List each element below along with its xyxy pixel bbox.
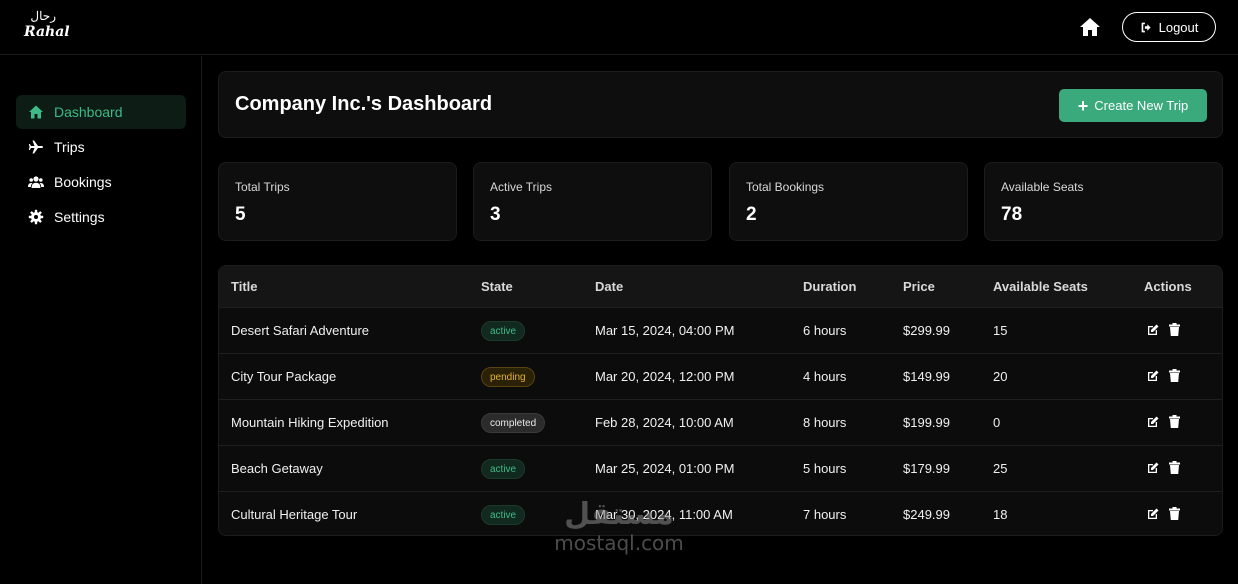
- trip-price: $199.99: [903, 415, 950, 430]
- column-header-actions: Actions: [1144, 279, 1192, 294]
- trip-seats: 25: [993, 461, 1008, 476]
- logo-text: Rahal: [24, 24, 70, 40]
- stat-value: 5: [235, 204, 246, 225]
- trip-duration: 7 hours: [803, 507, 847, 522]
- stat-card-available-seats: Available Seats 78: [984, 162, 1223, 241]
- trip-date: Mar 25, 2024, 01:00 PM: [595, 461, 735, 476]
- edit-icon[interactable]: [1147, 370, 1159, 382]
- trip-duration: 6 hours: [803, 323, 847, 338]
- trash-icon[interactable]: [1169, 369, 1180, 382]
- table-row[interactable]: Mountain Hiking Expedition completed Feb…: [219, 399, 1222, 445]
- trip-date: Mar 30, 2024, 11:00 AM: [595, 507, 733, 522]
- sidebar-item-label: Settings: [54, 209, 105, 225]
- column-header-available-seats[interactable]: Available Seats: [993, 279, 1088, 294]
- sidebar-item-label: Trips: [54, 139, 85, 155]
- trip-title: Beach Getaway: [231, 461, 323, 476]
- trip-price: $249.99: [903, 507, 950, 522]
- logout-label: Logout: [1158, 19, 1199, 35]
- trip-seats: 15: [993, 323, 1008, 338]
- table-row[interactable]: Desert Safari Adventure active Mar 15, 2…: [219, 307, 1222, 353]
- edit-icon[interactable]: [1147, 324, 1159, 336]
- edit-icon[interactable]: [1147, 508, 1159, 520]
- trip-price: $179.99: [903, 461, 950, 476]
- edit-icon[interactable]: [1147, 462, 1159, 474]
- trip-duration: 8 hours: [803, 415, 847, 430]
- sidebar-item-trips[interactable]: Trips: [16, 130, 186, 164]
- gear-icon: [28, 209, 44, 225]
- home-icon: [29, 105, 43, 119]
- users-icon: [28, 176, 44, 188]
- trip-title: Mountain Hiking Expedition: [231, 415, 389, 430]
- status-badge: active: [481, 459, 526, 479]
- trip-title: Desert Safari Adventure: [231, 323, 370, 338]
- table-row[interactable]: City Tour Package pending Mar 20, 2024, …: [219, 353, 1222, 399]
- status-badge: completed: [481, 413, 546, 433]
- create-new-trip-label: Create New Trip: [1094, 98, 1189, 113]
- trip-price: $299.99: [903, 323, 950, 338]
- column-header-state[interactable]: State: [481, 279, 513, 294]
- table-header: Title State Date Duration Price Availabl…: [219, 266, 1222, 307]
- stat-label: Total Bookings: [746, 180, 825, 194]
- stat-card-total-bookings: Total Bookings 2: [729, 162, 968, 241]
- sidebar: Dashboard Trips Bookings Settings: [0, 56, 202, 584]
- sidebar-item-dashboard[interactable]: Dashboard: [16, 95, 186, 129]
- stat-label: Active Trips: [490, 180, 553, 194]
- trip-title: City Tour Package: [231, 369, 337, 384]
- status-badge: active: [481, 505, 526, 525]
- logout-button[interactable]: Logout: [1122, 12, 1216, 42]
- status-badge: active: [481, 321, 526, 341]
- trash-icon[interactable]: [1169, 507, 1180, 520]
- stat-label: Available Seats: [1001, 180, 1084, 194]
- column-header-date[interactable]: Date: [595, 279, 623, 294]
- plus-icon: +: [1077, 95, 1089, 116]
- logo-arabic-text: رحال: [30, 9, 56, 23]
- create-new-trip-button[interactable]: + Create New Trip: [1059, 89, 1207, 122]
- dashboard-header-card: Company Inc.'s Dashboard + Create New Tr…: [218, 71, 1223, 138]
- trip-date: Mar 20, 2024, 12:00 PM: [595, 369, 735, 384]
- sidebar-item-label: Dashboard: [54, 104, 123, 120]
- stat-value: 2: [746, 204, 757, 225]
- trip-title: Cultural Heritage Tour: [231, 507, 358, 522]
- table-row[interactable]: Cultural Heritage Tour active Mar 30, 20…: [219, 491, 1222, 535]
- trip-date: Mar 15, 2024, 04:00 PM: [595, 323, 735, 338]
- sidebar-item-label: Bookings: [54, 174, 112, 190]
- trip-price: $149.99: [903, 369, 950, 384]
- trip-seats: 20: [993, 369, 1008, 384]
- trip-duration: 4 hours: [803, 369, 847, 384]
- sidebar-item-bookings[interactable]: Bookings: [16, 165, 186, 199]
- home-icon[interactable]: [1078, 15, 1102, 39]
- table-row[interactable]: Beach Getaway active Mar 25, 2024, 01:00…: [219, 445, 1222, 491]
- column-header-duration[interactable]: Duration: [803, 279, 856, 294]
- logout-icon: [1141, 22, 1151, 32]
- rahal-logo[interactable]: رحال Rahal: [24, 9, 70, 43]
- sidebar-item-settings[interactable]: Settings: [16, 200, 186, 234]
- trash-icon[interactable]: [1169, 415, 1180, 428]
- trip-duration: 5 hours: [803, 461, 847, 476]
- column-header-title[interactable]: Title: [231, 279, 258, 294]
- trash-icon[interactable]: [1169, 323, 1180, 336]
- stat-card-active-trips: Active Trips 3: [473, 162, 712, 241]
- trip-seats: 0: [993, 415, 1001, 430]
- column-header-price[interactable]: Price: [903, 279, 935, 294]
- stat-value: 3: [490, 204, 501, 225]
- trip-seats: 18: [993, 507, 1008, 522]
- top-bar: رحال Rahal Logout: [0, 0, 1238, 55]
- trip-date: Feb 28, 2024, 10:00 AM: [595, 415, 734, 430]
- trash-icon[interactable]: [1169, 461, 1180, 474]
- page-title: Company Inc.'s Dashboard: [235, 93, 493, 115]
- stat-label: Total Trips: [235, 180, 290, 194]
- trips-table: Title State Date Duration Price Availabl…: [218, 265, 1223, 536]
- stat-card-total-trips: Total Trips 5: [218, 162, 457, 241]
- stat-value: 78: [1001, 204, 1023, 225]
- status-badge: pending: [481, 367, 535, 387]
- edit-icon[interactable]: [1147, 416, 1159, 428]
- plane-icon: [28, 140, 43, 154]
